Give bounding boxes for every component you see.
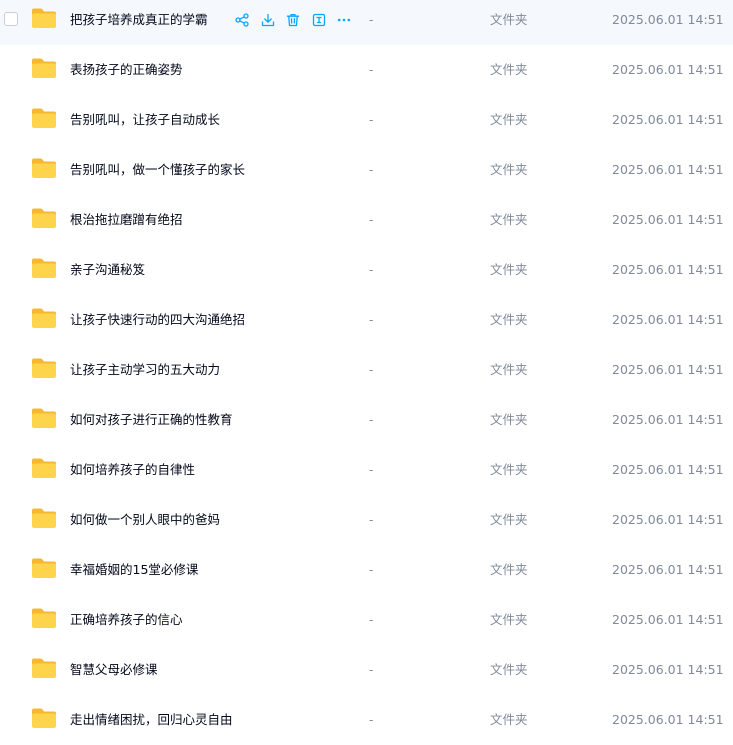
file-size: - [369, 63, 374, 77]
file-name[interactable]: 正确培养孩子的信心 [70, 595, 183, 645]
file-type: 文件夹 [490, 712, 528, 727]
file-modified-date: 2025.06.01 14:51 [612, 312, 724, 327]
file-name[interactable]: 智慧父母必修课 [70, 645, 158, 695]
file-row[interactable]: 如何做一个别人眼中的爸妈 - 文件夹 2025.06.01 14:51 [0, 495, 733, 545]
file-modified-date: 2025.06.01 14:51 [612, 112, 724, 127]
download-icon[interactable] [260, 12, 276, 28]
file-size: - [369, 313, 374, 327]
file-name[interactable]: 走出情绪困扰，回归心灵自由 [70, 695, 233, 745]
folder-icon [31, 657, 57, 679]
file-row[interactable]: 正确培养孩子的信心 - 文件夹 2025.06.01 14:51 [0, 595, 733, 645]
file-type: 文件夹 [490, 262, 528, 277]
file-type: 文件夹 [490, 112, 528, 127]
file-type: 文件夹 [490, 12, 528, 27]
file-row[interactable]: 如何培养孩子的自律性 - 文件夹 2025.06.01 14:51 [0, 445, 733, 495]
file-row[interactable]: 把孩子培养成真正的学霸 - 文件夹 2025.06.01 14:51 [0, 0, 733, 45]
file-name[interactable]: 让孩子主动学习的五大动力 [70, 345, 220, 395]
folder-icon [31, 557, 57, 579]
row-actions [234, 12, 362, 28]
file-size: - [369, 213, 374, 227]
folder-icon [31, 107, 57, 129]
file-size: - [369, 613, 374, 627]
file-modified-date: 2025.06.01 14:51 [612, 662, 724, 677]
file-row[interactable]: 走出情绪困扰，回归心灵自由 - 文件夹 2025.06.01 14:51 [0, 695, 733, 745]
delete-icon[interactable] [285, 12, 301, 28]
folder-icon [31, 507, 57, 529]
file-type: 文件夹 [490, 462, 528, 477]
file-type: 文件夹 [490, 62, 528, 77]
file-size: - [369, 113, 374, 127]
file-size: - [369, 363, 374, 377]
file-row[interactable]: 让孩子主动学习的五大动力 - 文件夹 2025.06.01 14:51 [0, 345, 733, 395]
folder-icon [31, 7, 57, 29]
file-name[interactable]: 告别吼叫，做一个懂孩子的家长 [70, 145, 245, 195]
file-row[interactable]: 表扬孩子的正确姿势 - 文件夹 2025.06.01 14:51 [0, 45, 733, 95]
folder-icon [31, 707, 57, 729]
file-modified-date: 2025.06.01 14:51 [612, 162, 724, 177]
file-name[interactable]: 如何做一个别人眼中的爸妈 [70, 495, 220, 545]
folder-icon [31, 57, 57, 79]
file-list: 把孩子培养成真正的学霸 - 文件夹 2025.06.01 14:51 表扬孩子的… [0, 0, 733, 745]
file-row[interactable]: 告别吼叫，让孩子自动成长 - 文件夹 2025.06.01 14:51 [0, 95, 733, 145]
share-icon[interactable] [234, 12, 250, 28]
file-type: 文件夹 [490, 312, 528, 327]
file-size: - [369, 563, 374, 577]
folder-icon [31, 607, 57, 629]
file-modified-date: 2025.06.01 14:51 [612, 262, 724, 277]
file-name[interactable]: 根治拖拉磨蹭有绝招 [70, 195, 183, 245]
file-modified-date: 2025.06.01 14:51 [612, 212, 724, 227]
file-row[interactable]: 告别吼叫，做一个懂孩子的家长 - 文件夹 2025.06.01 14:51 [0, 145, 733, 195]
file-size: - [369, 263, 374, 277]
file-type: 文件夹 [490, 512, 528, 527]
file-type: 文件夹 [490, 662, 528, 677]
file-name[interactable]: 如何培养孩子的自律性 [70, 445, 195, 495]
file-name[interactable]: 亲子沟通秘笈 [70, 245, 145, 295]
file-size: - [369, 663, 374, 677]
file-modified-date: 2025.06.01 14:51 [612, 612, 724, 627]
file-size: - [369, 13, 374, 27]
row-checkbox[interactable] [4, 12, 18, 26]
file-modified-date: 2025.06.01 14:51 [612, 462, 724, 477]
file-modified-date: 2025.06.01 14:51 [612, 362, 724, 377]
file-modified-date: 2025.06.01 14:51 [612, 562, 724, 577]
file-modified-date: 2025.06.01 14:51 [612, 512, 724, 527]
folder-icon [31, 307, 57, 329]
folder-icon [31, 407, 57, 429]
file-size: - [369, 163, 374, 177]
rename-icon[interactable] [311, 12, 327, 28]
file-type: 文件夹 [490, 412, 528, 427]
more-icon[interactable] [336, 12, 352, 28]
file-modified-date: 2025.06.01 14:51 [612, 62, 724, 77]
file-type: 文件夹 [490, 612, 528, 627]
file-row[interactable]: 让孩子快速行动的四大沟通绝招 - 文件夹 2025.06.01 14:51 [0, 295, 733, 345]
file-name[interactable]: 告别吼叫，让孩子自动成长 [70, 95, 220, 145]
file-type: 文件夹 [490, 212, 528, 227]
file-row[interactable]: 幸福婚姻的15堂必修课 - 文件夹 2025.06.01 14:51 [0, 545, 733, 595]
folder-icon [31, 357, 57, 379]
file-row[interactable]: 亲子沟通秘笈 - 文件夹 2025.06.01 14:51 [0, 245, 733, 295]
file-modified-date: 2025.06.01 14:51 [612, 12, 724, 27]
file-size: - [369, 713, 374, 727]
file-name[interactable]: 让孩子快速行动的四大沟通绝招 [70, 295, 245, 345]
folder-icon [31, 207, 57, 229]
file-size: - [369, 463, 374, 477]
file-row[interactable]: 根治拖拉磨蹭有绝招 - 文件夹 2025.06.01 14:51 [0, 195, 733, 245]
file-modified-date: 2025.06.01 14:51 [612, 712, 724, 727]
folder-icon [31, 157, 57, 179]
file-row[interactable]: 智慧父母必修课 - 文件夹 2025.06.01 14:51 [0, 645, 733, 695]
file-name[interactable]: 如何对孩子进行正确的性教育 [70, 395, 233, 445]
file-name[interactable]: 把孩子培养成真正的学霸 [70, 0, 208, 45]
file-type: 文件夹 [490, 362, 528, 377]
file-modified-date: 2025.06.01 14:51 [612, 412, 724, 427]
file-size: - [369, 413, 374, 427]
file-type: 文件夹 [490, 162, 528, 177]
file-type: 文件夹 [490, 562, 528, 577]
folder-icon [31, 257, 57, 279]
file-size: - [369, 513, 374, 527]
file-row[interactable]: 如何对孩子进行正确的性教育 - 文件夹 2025.06.01 14:51 [0, 395, 733, 445]
folder-icon [31, 457, 57, 479]
file-name[interactable]: 幸福婚姻的15堂必修课 [70, 545, 198, 595]
file-name[interactable]: 表扬孩子的正确姿势 [70, 45, 183, 95]
